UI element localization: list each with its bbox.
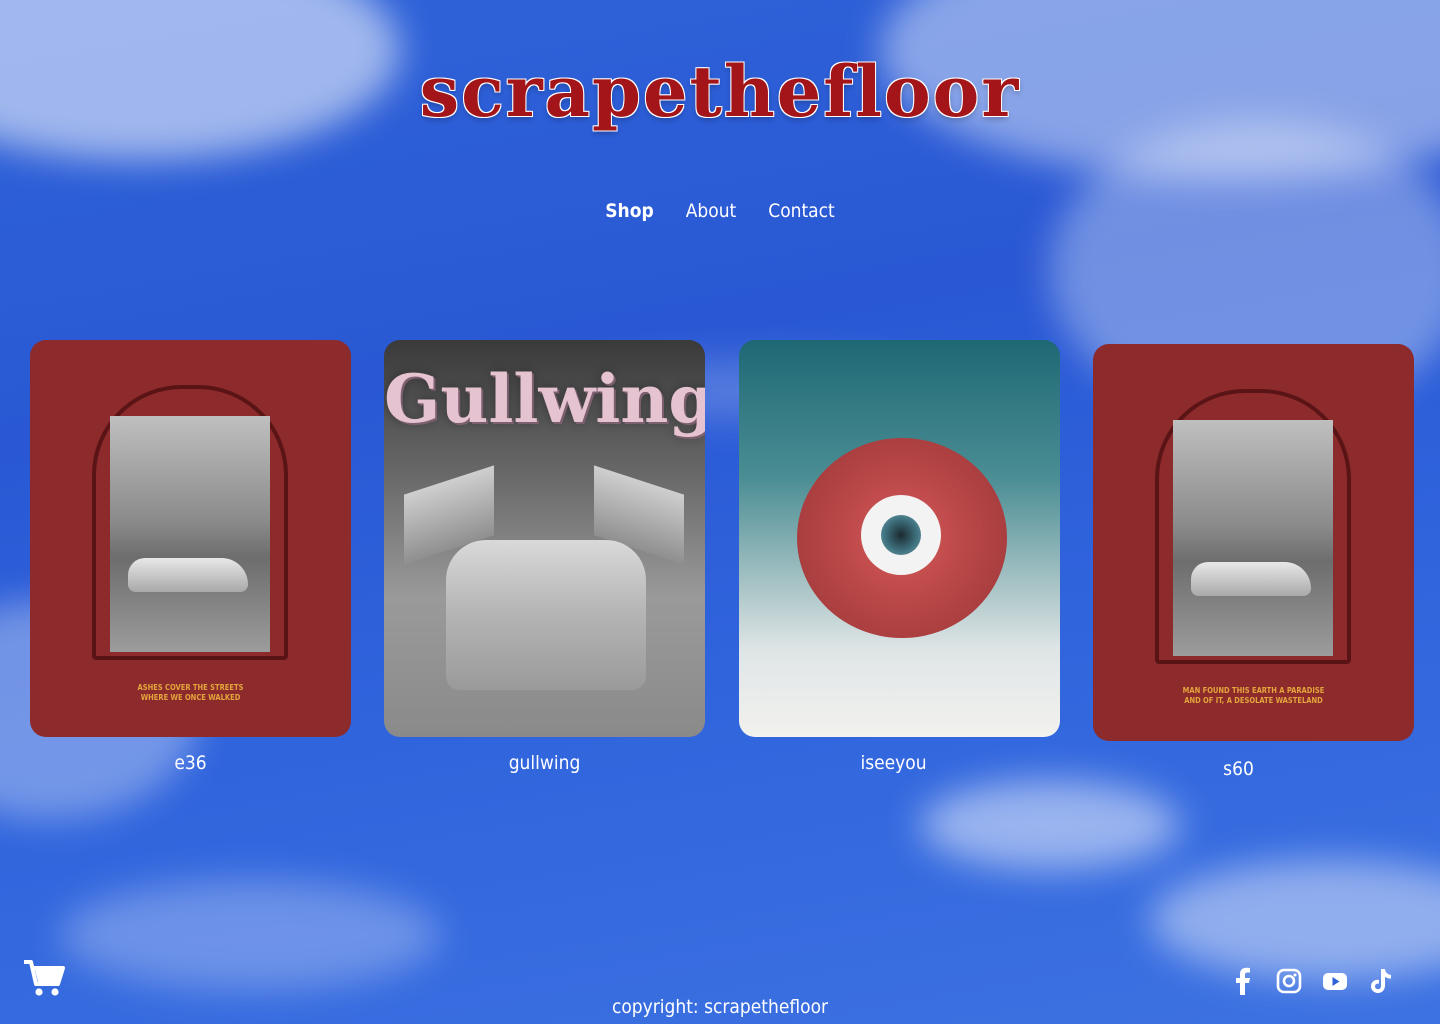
product-card-e36[interactable]: ASHES COVER THE STREETS WHERE WE ONCE WA… [30,340,351,737]
poster-caption-line: WHERE WE ONCE WALKED [140,693,241,702]
poster-caption-line: MAN FOUND THIS EARTH A PARADISE [1182,686,1325,695]
poster-caption-line: ASHES COVER THE STREETS [137,683,244,692]
car-illustration [128,558,248,592]
product-card-gullwing[interactable]: Gullwing [384,340,705,737]
tiktok-icon[interactable] [1368,967,1394,995]
product-title-s60[interactable]: s60 [1078,758,1399,780]
product-image-gullwing[interactable]: Gullwing [384,340,705,737]
main-nav: Shop About Contact [0,200,1440,222]
copyright-text: copyright: scrapethefloor [611,996,829,1018]
poster-caption: ASHES COVER THE STREETS WHERE WE ONCE WA… [30,683,351,703]
social-links [1230,967,1394,995]
instagram-icon[interactable] [1276,967,1302,995]
product-title-gullwing[interactable]: gullwing [384,752,705,774]
poster-caption-line: AND OF IT, A DESOLATE WASTELAND [1184,696,1323,705]
product-card-s60[interactable]: MAN FOUND THIS EARTH A PARADISE AND OF I… [1093,344,1414,741]
product-image-iseeyou[interactable] [739,340,1060,737]
cart-icon[interactable] [22,956,66,1000]
poster-caption: MAN FOUND THIS EARTH A PARADISE AND OF I… [1093,686,1414,706]
facebook-icon[interactable] [1230,967,1256,995]
product-image-e36[interactable]: ASHES COVER THE STREETS WHERE WE ONCE WA… [30,340,351,737]
product-title-iseeyou[interactable]: iseeyou [733,752,1054,774]
poster-photo [1173,420,1333,656]
product-title-e36[interactable]: e36 [30,752,351,774]
nav-about[interactable]: About [686,200,737,222]
site-logo[interactable]: scrapethefloor [0,50,1440,133]
nav-shop[interactable]: Shop [605,200,653,222]
car-illustration [446,540,646,690]
poster-photo [110,416,270,652]
poster-word: Gullwing [384,360,705,438]
product-card-iseeyou[interactable] [739,340,1060,737]
nav-contact[interactable]: Contact [768,200,835,222]
youtube-icon[interactable] [1322,967,1348,995]
product-image-s60[interactable]: MAN FOUND THIS EARTH A PARADISE AND OF I… [1093,344,1414,741]
car-illustration [1191,562,1311,596]
iris [881,515,921,555]
